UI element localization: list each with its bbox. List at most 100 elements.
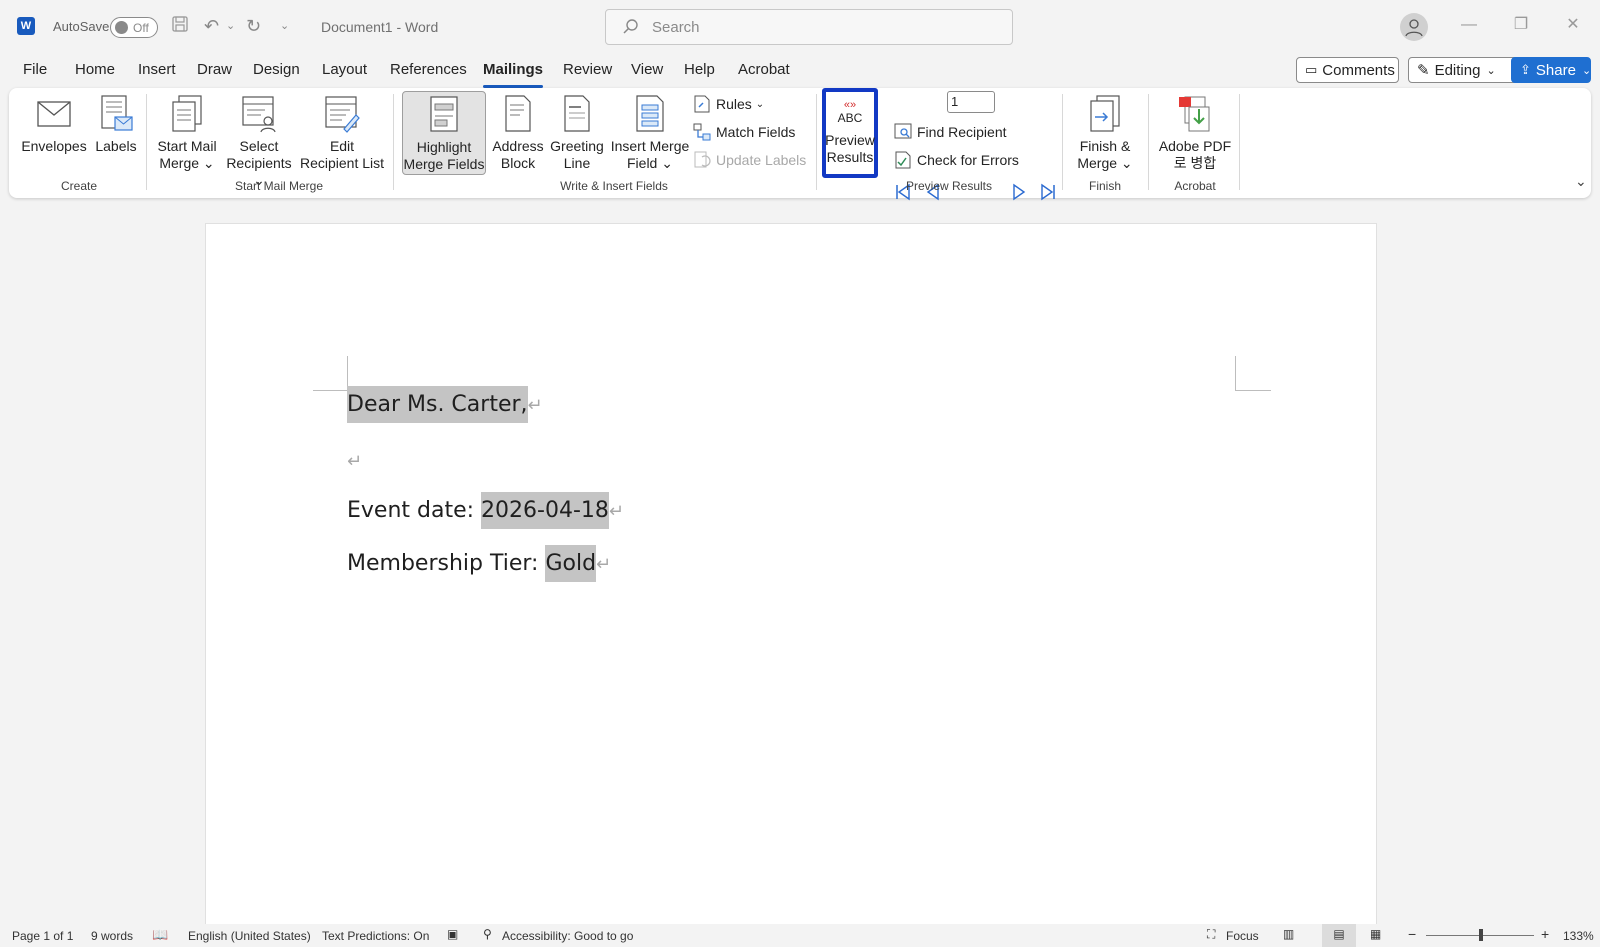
- proofing-book-icon[interactable]: 📖: [152, 927, 168, 943]
- zoom-level[interactable]: 133%: [1563, 929, 1594, 943]
- adobe-pdf-merge-button[interactable]: Adobe PDF 로 병합: [1155, 94, 1235, 172]
- insert-merge-field-button[interactable]: Insert Merge Field ⌄: [609, 94, 691, 172]
- labels-icon: [98, 94, 134, 134]
- focus-mode-button[interactable]: Focus: [1226, 929, 1259, 943]
- edit-list-icon: [324, 94, 360, 134]
- labels-label: Labels: [95, 138, 137, 154]
- share-button[interactable]: ⇪ Share ⌄: [1511, 57, 1591, 83]
- greeting-line-button[interactable]: Greeting Line: [547, 94, 607, 172]
- check-for-errors-button[interactable]: Check for Errors: [893, 151, 1019, 169]
- tab-help[interactable]: Help: [684, 61, 715, 78]
- tab-design[interactable]: Design: [253, 61, 300, 78]
- comment-icon: ▭: [1305, 62, 1318, 77]
- event-date-field[interactable]: 2026-04-18: [481, 492, 609, 529]
- greeting-line-label-1: Greeting: [550, 138, 604, 154]
- comments-button[interactable]: ▭ Comments: [1296, 57, 1399, 83]
- pencil-icon: ✎: [1417, 62, 1430, 79]
- tab-home[interactable]: Home: [75, 61, 115, 78]
- highlight-merge-fields-button[interactable]: Highlight Merge Fields: [402, 91, 486, 175]
- word-count[interactable]: 9 words: [91, 929, 133, 943]
- start-mail-merge-label-2: Merge ⌄: [159, 155, 215, 171]
- tab-file[interactable]: File: [23, 61, 47, 78]
- tab-acrobat[interactable]: Acrobat: [738, 61, 790, 78]
- save-icon[interactable]: [171, 15, 189, 38]
- crop-mark: [347, 356, 348, 390]
- redo-icon[interactable]: ↻: [246, 15, 261, 37]
- print-layout-icon[interactable]: ▤: [1322, 924, 1356, 947]
- web-layout-icon[interactable]: ▦: [1370, 927, 1381, 941]
- event-date-line[interactable]: Event date: 2026-04-18↵: [347, 492, 624, 529]
- undo-dropdown-icon[interactable]: ⌄: [226, 15, 235, 37]
- update-labels-icon: [692, 151, 712, 169]
- zoom-in-icon[interactable]: +: [1541, 926, 1549, 942]
- language[interactable]: English (United States): [188, 929, 311, 943]
- greeting-line-icon: [559, 94, 595, 134]
- address-block-icon: [500, 94, 536, 134]
- autosave-state: Off: [133, 20, 149, 35]
- salutation-line[interactable]: Dear Ms. Carter,↵: [347, 386, 543, 423]
- tab-layout[interactable]: Layout: [322, 61, 367, 78]
- chevron-down-icon: ⌄: [755, 98, 765, 110]
- edit-recipient-list-label-1: Edit: [329, 138, 355, 154]
- status-bar: Page 1 of 1 9 words 📖 English (United St…: [0, 924, 1600, 947]
- paragraph-mark: ↵: [527, 395, 543, 416]
- preview-results-label-2: Results: [826, 149, 874, 165]
- envelopes-button[interactable]: Envelopes: [21, 94, 87, 155]
- insert-merge-field-label-2: Field ⌄: [627, 155, 673, 171]
- autosave-toggle[interactable]: Off: [110, 17, 158, 38]
- membership-tier-line[interactable]: Membership Tier: Gold↵: [347, 545, 611, 582]
- finish-merge-label-2: Merge ⌄: [1077, 155, 1133, 171]
- group-separator: [1062, 94, 1063, 190]
- tab-mailings[interactable]: Mailings: [483, 61, 544, 88]
- search-icon: [623, 19, 638, 34]
- labels-button[interactable]: Labels: [91, 94, 141, 155]
- start-mail-merge-button[interactable]: Start Mail Merge ⌄: [155, 94, 219, 172]
- empty-line[interactable]: ↵: [347, 448, 362, 473]
- share-icon: ⇪: [1520, 62, 1531, 77]
- zoom-out-icon[interactable]: −: [1408, 926, 1416, 942]
- tab-review[interactable]: Review: [563, 61, 612, 78]
- page-count[interactable]: Page 1 of 1: [12, 929, 73, 943]
- envelope-icon: [36, 94, 72, 134]
- edit-recipient-list-button[interactable]: Edit Recipient List: [299, 94, 385, 172]
- rules-button[interactable]: Rules ⌄: [692, 95, 764, 113]
- update-labels-button[interactable]: Update Labels: [692, 151, 806, 169]
- tab-view[interactable]: View: [631, 61, 663, 78]
- undo-icon[interactable]: ↶: [204, 15, 219, 37]
- tab-insert[interactable]: Insert: [138, 61, 176, 78]
- find-recipient-button[interactable]: Find Recipient: [893, 123, 1007, 141]
- tab-draw[interactable]: Draw: [197, 61, 232, 78]
- read-mode-icon[interactable]: ▥: [1283, 927, 1294, 941]
- text-predictions[interactable]: Text Predictions: On: [322, 929, 429, 943]
- group-label-start-mail-merge: Start Mail Merge: [234, 179, 324, 193]
- paragraph-mark: ↵: [347, 451, 363, 472]
- select-recipients-button[interactable]: Select Recipients ⌄: [221, 94, 297, 189]
- event-date-label: Event date:: [347, 498, 482, 523]
- minimize-icon[interactable]: —: [1458, 14, 1480, 36]
- update-labels-label: Update Labels: [716, 152, 807, 168]
- match-fields-button[interactable]: Match Fields: [692, 123, 795, 141]
- address-block-label-1: Address: [492, 138, 544, 154]
- close-icon[interactable]: ✕: [1562, 14, 1584, 36]
- chevron-down-icon: ⌄: [1486, 64, 1496, 77]
- customize-qat-icon[interactable]: ⌄: [280, 15, 289, 37]
- account-avatar[interactable]: [1400, 13, 1428, 41]
- adobe-pdf-icon: [1177, 94, 1213, 134]
- last-record-icon[interactable]: [1039, 183, 1057, 201]
- finish-merge-button[interactable]: Finish & Merge ⌄: [1069, 94, 1141, 172]
- document-page[interactable]: Dear Ms. Carter,↵ ↵ Event date: 2026-04-…: [206, 224, 1376, 924]
- ribbon-options-chevron-icon[interactable]: ⌄: [1575, 173, 1587, 190]
- macro-recording-icon[interactable]: ▣: [447, 927, 458, 941]
- accessibility-status[interactable]: Accessibility: Good to go: [502, 929, 633, 943]
- search-box[interactable]: Search: [605, 9, 1013, 45]
- membership-tier-field[interactable]: Gold: [545, 545, 597, 582]
- address-block-button[interactable]: Address Block: [490, 94, 546, 172]
- restore-icon[interactable]: ❐: [1510, 14, 1532, 36]
- record-number-input[interactable]: 1: [947, 91, 995, 113]
- check-for-errors-label: Check for Errors: [917, 152, 1019, 168]
- preview-results-button[interactable]: «» ABC Preview Results: [822, 88, 878, 178]
- documents-icon: [169, 94, 205, 134]
- tab-references[interactable]: References: [390, 61, 467, 78]
- salutation-field[interactable]: Dear Ms. Carter,: [347, 386, 528, 423]
- zoom-slider-thumb[interactable]: [1479, 929, 1483, 941]
